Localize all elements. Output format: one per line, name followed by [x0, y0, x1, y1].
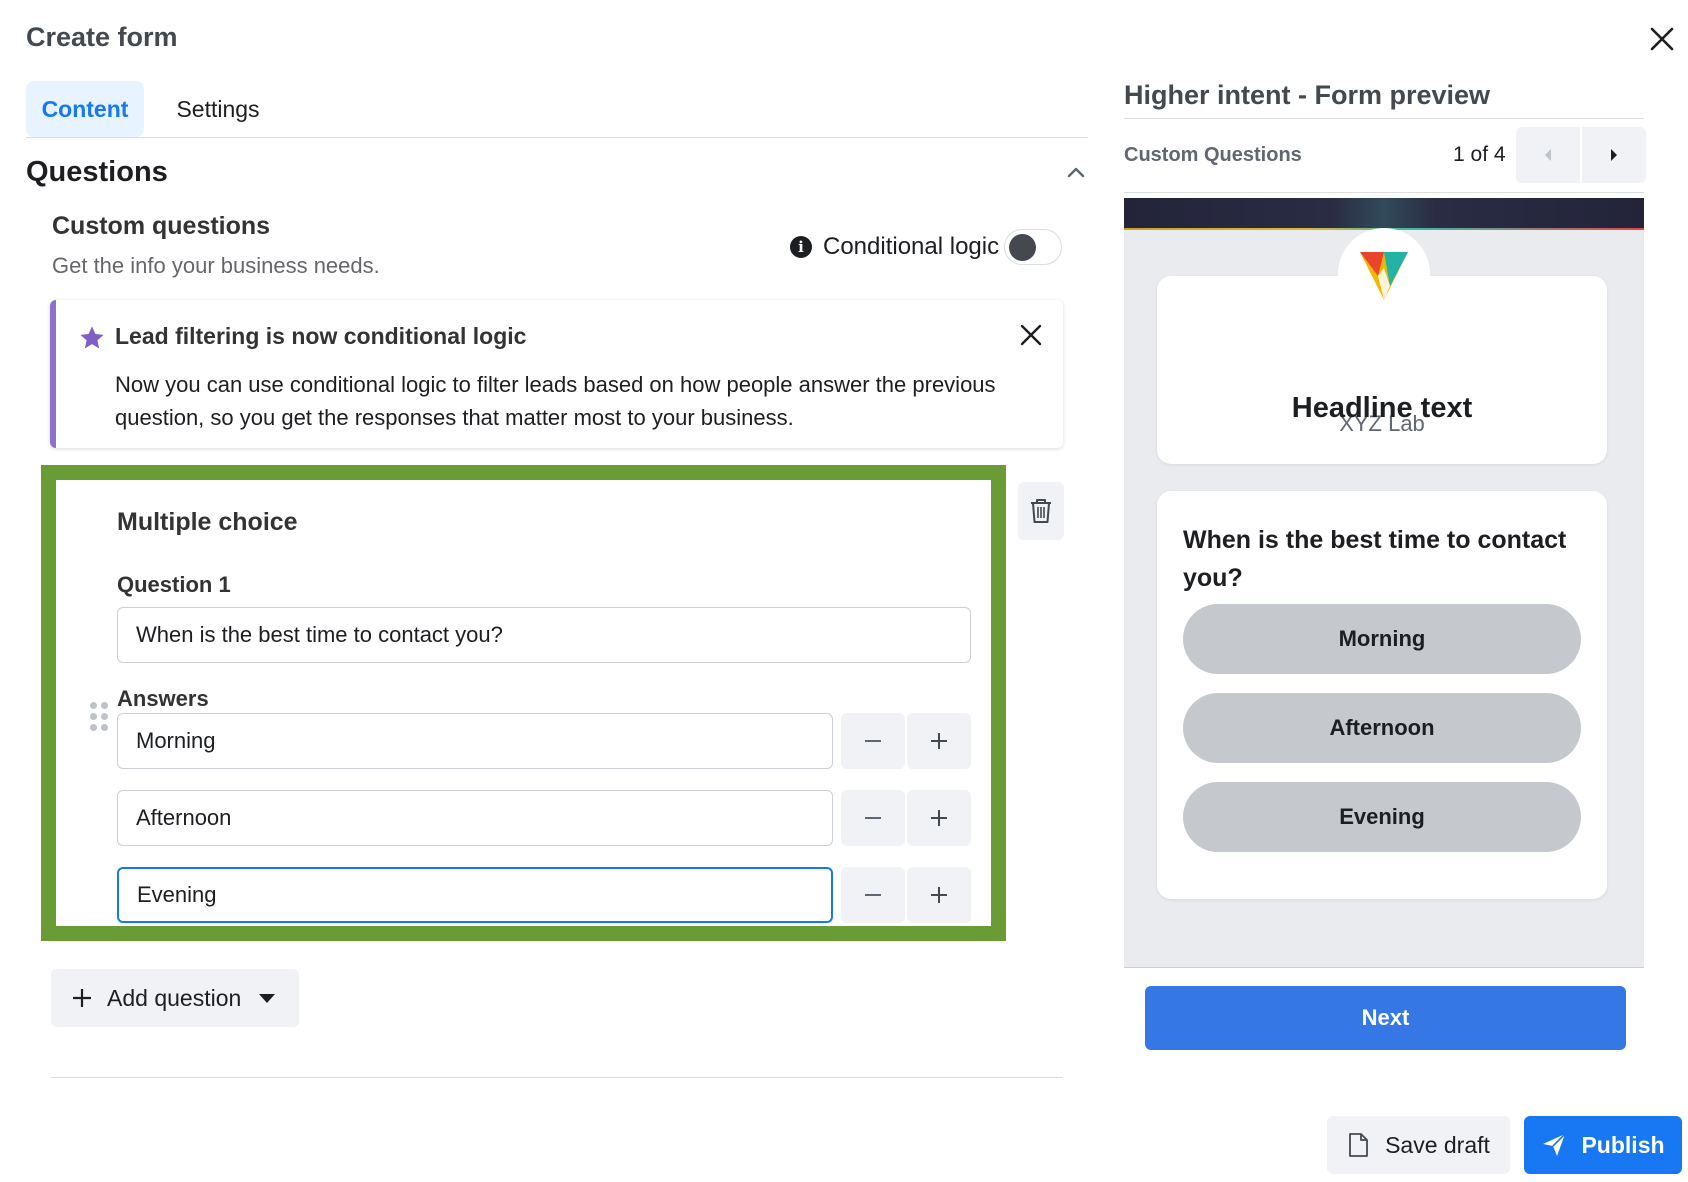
conditional-logic-toggle[interactable] — [1004, 229, 1062, 265]
option-morning[interactable]: Morning — [1183, 604, 1581, 674]
publish-button[interactable]: Publish — [1524, 1116, 1682, 1174]
answers-label: Answers — [117, 686, 209, 711]
delete-question-button[interactable] — [1018, 482, 1064, 540]
preview-prev-button[interactable] — [1516, 127, 1580, 183]
save-draft-button[interactable]: Save draft — [1327, 1116, 1510, 1174]
add-question-button[interactable]: Add question — [51, 969, 299, 1027]
publish-label: Publish — [1581, 1131, 1665, 1158]
custom-questions-title: Custom questions — [52, 212, 271, 240]
preview-question-card: When is the best time to contact you? Mo… — [1157, 491, 1607, 899]
tab-divider — [26, 137, 1088, 138]
answer-input-3[interactable] — [117, 867, 833, 923]
plus-icon — [931, 810, 947, 826]
chevron-up-icon[interactable] — [1063, 162, 1089, 184]
minus-icon — [865, 817, 881, 819]
preview-page-indicator: 1 of 4 — [1453, 143, 1506, 166]
minus-icon — [865, 894, 881, 896]
headline: Headline text — [1291, 392, 1473, 424]
close-icon[interactable] — [1018, 322, 1044, 348]
minus-icon — [865, 740, 881, 742]
question-label: Question 1 — [117, 572, 231, 597]
toggle-knob — [1009, 234, 1036, 261]
next-button[interactable]: Next — [1145, 986, 1626, 1050]
answer-input-1[interactable] — [117, 713, 833, 769]
add-answer-button[interactable] — [907, 790, 971, 846]
drag-handle-icon[interactable] — [90, 702, 110, 732]
answer-input-2[interactable] — [117, 790, 833, 846]
conditional-logic-notice: Lead filtering is now conditional logic … — [50, 300, 1063, 448]
chevron-left-icon — [1545, 149, 1551, 161]
caret-down-icon — [259, 993, 276, 1003]
form-preview: XYZ Lab Headline text When is the best t… — [1124, 198, 1644, 968]
conditional-logic-label: Conditional logic — [823, 233, 1000, 260]
cover-image — [1124, 198, 1644, 230]
divider — [51, 1077, 1063, 1078]
trash-icon — [1031, 499, 1051, 523]
add-answer-button[interactable] — [907, 713, 971, 769]
save-draft-label: Save draft — [1385, 1131, 1490, 1158]
option-evening[interactable]: Evening — [1183, 782, 1581, 852]
brand-logo-icon — [1338, 228, 1430, 320]
preview-question: When is the best time to contact you? — [1183, 526, 1567, 592]
add-answer-button[interactable] — [907, 867, 971, 923]
preview-title: Higher intent - Form preview — [1124, 80, 1491, 110]
tab-settings[interactable]: Settings — [160, 81, 276, 137]
question-type: Multiple choice — [117, 508, 298, 536]
remove-answer-button[interactable] — [841, 867, 905, 923]
dialog-title: Create form — [26, 22, 178, 52]
question-input[interactable] — [117, 607, 971, 663]
option-afternoon[interactable]: Afternoon — [1183, 693, 1581, 763]
tab-content[interactable]: Content — [26, 81, 144, 137]
preview-subtitle: Custom Questions — [1124, 144, 1302, 166]
info-icon[interactable]: i — [790, 236, 812, 258]
close-icon[interactable] — [1645, 22, 1679, 56]
notice-body: Now you can use conditional logic to fil… — [115, 372, 996, 430]
question-card: Multiple choice Question 1 Answers — [41, 465, 1006, 941]
custom-questions-subtitle: Get the info your business needs. — [52, 253, 380, 278]
document-icon — [1349, 1133, 1368, 1157]
send-icon — [1543, 1133, 1567, 1156]
chevron-right-icon — [1611, 149, 1617, 161]
divider — [1124, 192, 1644, 193]
divider — [1124, 118, 1644, 119]
notice-title: Lead filtering is now conditional logic — [115, 323, 527, 349]
add-question-label: Add question — [107, 984, 242, 1011]
plus-icon — [931, 733, 947, 749]
plus-icon — [73, 989, 91, 1007]
remove-answer-button[interactable] — [841, 713, 905, 769]
star-icon — [78, 324, 106, 352]
remove-answer-button[interactable] — [841, 790, 905, 846]
plus-icon — [931, 887, 947, 903]
section-title: Questions — [26, 156, 168, 188]
preview-next-button[interactable] — [1582, 127, 1646, 183]
